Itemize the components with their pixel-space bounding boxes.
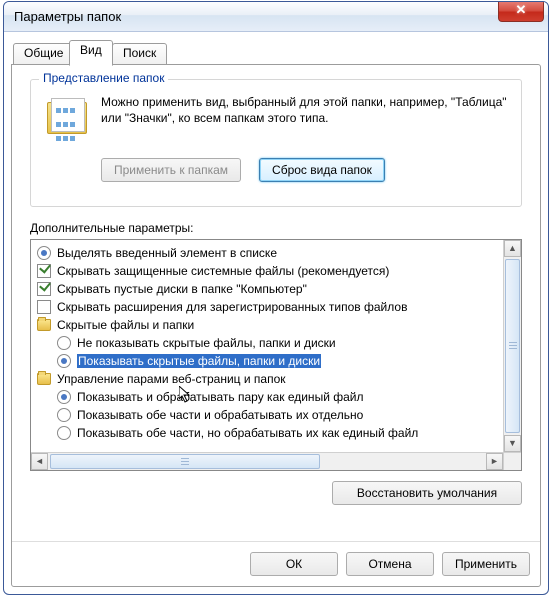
checkbox-icon[interactable] xyxy=(37,300,51,314)
list-content: Выделять введенный элемент в списке Скрыв… xyxy=(31,240,503,452)
tab-search-label: Поиск xyxy=(123,46,156,60)
horizontal-scrollbar[interactable]: ◄ ► xyxy=(31,452,503,470)
tab-view[interactable]: Вид xyxy=(69,40,113,66)
folder-icon xyxy=(37,319,51,331)
tabstrip: Общие Вид Поиск xyxy=(11,39,541,65)
client-area: Общие Вид Поиск Представление папок Можн… xyxy=(11,39,541,587)
list-item-label: Управление парами веб-страниц и папок xyxy=(57,372,286,386)
list-item-label: Скрывать пустые диски в папке "Компьютер… xyxy=(57,282,307,296)
list-item-label: Выделять введенный элемент в списке xyxy=(57,246,277,260)
list-item[interactable]: Показывать обе части и обрабатывать их о… xyxy=(31,406,503,424)
list-item[interactable]: Скрывать пустые диски в папке "Компьютер… xyxy=(31,280,503,298)
list-item-label: Скрывать защищенные системные файлы (рек… xyxy=(57,264,389,278)
window-title: Параметры папок xyxy=(4,9,121,24)
radio-icon[interactable] xyxy=(57,426,71,440)
dialog-buttons: ОК Отмена Применить xyxy=(250,552,530,576)
folder-options-window: Параметры папок ✕ Общие Вид Поиск Предст… xyxy=(3,1,549,595)
close-button[interactable]: ✕ xyxy=(498,2,544,22)
tabpanel-view: Представление папок Можно применить вид,… xyxy=(11,64,541,587)
titlebar[interactable]: Параметры папок ✕ xyxy=(4,2,548,32)
restore-defaults-button[interactable]: Восстановить умолчания xyxy=(332,481,522,505)
folder-views-group: Представление папок Можно применить вид,… xyxy=(30,79,522,207)
ok-button[interactable]: ОК xyxy=(250,552,338,576)
list-item-label: Показывать скрытые файлы, папки и диски xyxy=(77,354,321,368)
list-item[interactable]: Управление парами веб-страниц и папок xyxy=(31,370,503,388)
radio-icon[interactable] xyxy=(57,336,71,350)
radio-icon[interactable] xyxy=(57,408,71,422)
tab-general[interactable]: Общие xyxy=(13,43,74,65)
cancel-label: Отмена xyxy=(368,557,411,571)
scroll-up-button[interactable]: ▲ xyxy=(504,240,521,257)
advanced-settings-list[interactable]: Выделять введенный элемент в списке Скрыв… xyxy=(30,239,522,471)
radio-icon[interactable] xyxy=(57,390,71,404)
scroll-corner xyxy=(503,452,521,470)
list-item-label: Скрытые файлы и папки xyxy=(57,318,194,332)
list-item-label: Показывать обе части, но обрабатывать их… xyxy=(77,426,418,440)
list-item-label: Показывать и обрабатывать пару как едины… xyxy=(77,390,363,404)
apply-label: Применить xyxy=(455,557,517,571)
list-item[interactable]: Показывать и обрабатывать пару как едины… xyxy=(31,388,503,406)
folder-views-text: Можно применить вид, выбранный для этой … xyxy=(101,94,511,126)
apply-to-folders-button[interactable]: Применить к папкам xyxy=(101,158,241,182)
close-icon: ✕ xyxy=(516,2,527,17)
advanced-label: Дополнительные параметры: xyxy=(30,221,194,235)
apply-to-folders-label: Применить к папкам xyxy=(114,163,228,177)
list-item[interactable]: Скрывать расширения для зарегистрированн… xyxy=(31,298,503,316)
checkbox-icon[interactable] xyxy=(37,282,51,296)
list-item[interactable]: Скрывать защищенные системные файлы (рек… xyxy=(31,262,503,280)
list-item-label: Показывать обе части и обрабатывать их о… xyxy=(77,408,363,422)
ok-label: ОК xyxy=(286,557,302,571)
list-item-label: Скрывать расширения для зарегистрированн… xyxy=(57,300,407,314)
radio-icon[interactable] xyxy=(57,354,71,368)
checkbox-icon[interactable] xyxy=(37,264,51,278)
list-item[interactable]: Показывать обе части, но обрабатывать их… xyxy=(31,424,503,442)
list-item-label: Не показывать скрытые файлы, папки и дис… xyxy=(77,336,336,350)
cancel-button[interactable]: Отмена xyxy=(346,552,434,576)
tab-general-label: Общие xyxy=(24,46,63,60)
reset-folders-label: Сброс вида папок xyxy=(272,163,372,177)
folder-icon xyxy=(37,373,51,385)
reset-folders-button[interactable]: Сброс вида папок xyxy=(259,158,385,182)
folder-views-icon xyxy=(47,98,87,138)
vertical-scrollbar[interactable]: ▲ ▼ xyxy=(503,240,521,452)
folder-views-legend: Представление папок xyxy=(39,71,168,85)
scroll-right-button[interactable]: ► xyxy=(486,453,503,470)
apply-button[interactable]: Применить xyxy=(442,552,530,576)
list-item[interactable]: Не показывать скрытые файлы, папки и дис… xyxy=(31,334,503,352)
list-item[interactable]: Выделять введенный элемент в списке xyxy=(31,244,503,262)
restore-defaults-label: Восстановить умолчания xyxy=(357,486,497,500)
tab-search[interactable]: Поиск xyxy=(112,43,167,65)
hscroll-thumb[interactable] xyxy=(50,454,320,469)
tab-view-label: Вид xyxy=(80,43,102,57)
list-item[interactable]: Скрытые файлы и папки xyxy=(31,316,503,334)
dialog-separator xyxy=(12,541,540,542)
list-item[interactable]: Показывать скрытые файлы, папки и диски xyxy=(31,352,503,370)
radio-icon[interactable] xyxy=(37,246,51,260)
scroll-left-button[interactable]: ◄ xyxy=(31,453,48,470)
scroll-down-button[interactable]: ▼ xyxy=(504,435,521,452)
vscroll-thumb[interactable] xyxy=(505,259,520,433)
